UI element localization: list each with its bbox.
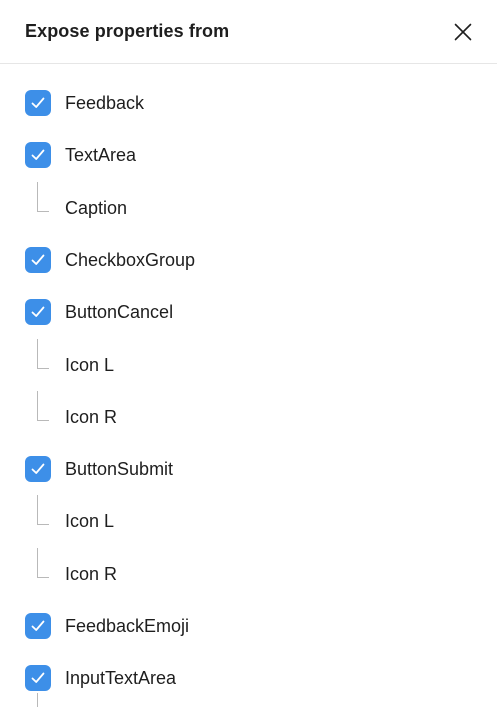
child-layer-row: Icon R [0, 547, 497, 600]
checkmark-icon [31, 463, 45, 474]
child-layer-label: Icon R [65, 563, 118, 584]
close-button[interactable] [446, 15, 480, 49]
component-label: FeedbackEmoji [65, 616, 190, 636]
component-row[interactable]: Feedback [0, 77, 497, 129]
component-row[interactable]: ButtonSubmit [0, 443, 497, 495]
checkbox[interactable] [25, 142, 51, 169]
child-layer-row: Icon L [0, 495, 497, 547]
component-row[interactable]: InputTextArea [0, 652, 497, 704]
component-label: ButtonSubmit [65, 459, 174, 480]
component-row[interactable]: CheckboxGroup [0, 234, 497, 286]
tree-connector-icon [37, 338, 49, 369]
close-icon [454, 23, 472, 41]
checkmark-icon [31, 672, 45, 684]
checkbox[interactable] [25, 90, 51, 116]
child-layer-row: Icon L [0, 338, 497, 391]
tree-connector-icon [37, 181, 49, 212]
checkbox[interactable] [25, 613, 51, 639]
checkbox[interactable] [25, 246, 51, 273]
component-label: TextArea [65, 145, 137, 166]
expose-properties-panel: Expose properties from Feedback TextArea C… [0, 0, 497, 726]
tree-connector-icon [37, 692, 38, 707]
component-label: InputTextArea [65, 668, 177, 689]
tree-connector-icon [37, 547, 49, 578]
checkbox[interactable] [25, 299, 51, 326]
child-layer-label: Icon L [65, 511, 115, 532]
tree-connector-icon [37, 495, 49, 526]
checkmark-icon [31, 306, 45, 318]
child-layer-row: Icon R [0, 390, 497, 443]
checkmark-icon [31, 620, 45, 631]
checkmark-icon [31, 149, 45, 161]
tree-connector-icon [37, 390, 49, 421]
component-label: ButtonCancel [65, 302, 174, 323]
child-layer-row: Caption [0, 181, 497, 234]
component-row[interactable]: FeedbackEmoji [0, 600, 497, 652]
child-layer-label: Icon L [65, 354, 115, 375]
component-label: Feedback [65, 93, 145, 113]
component-row[interactable]: TextArea [0, 129, 497, 181]
property-source-list: Feedback TextArea Caption CheckboxGroup Butt… [0, 64, 497, 726]
child-layer-label: Caption [65, 197, 128, 218]
checkbox[interactable] [25, 456, 51, 483]
checkbox[interactable] [25, 665, 51, 692]
component-label: CheckboxGroup [65, 249, 196, 270]
panel-title: Expose properties from [25, 21, 230, 41]
checkmark-icon [31, 254, 45, 265]
panel-header: Expose properties from [0, 0, 497, 64]
component-row[interactable]: ButtonCancel [0, 286, 497, 338]
checkmark-icon [31, 97, 45, 108]
child-layer-label: Icon R [65, 406, 118, 427]
